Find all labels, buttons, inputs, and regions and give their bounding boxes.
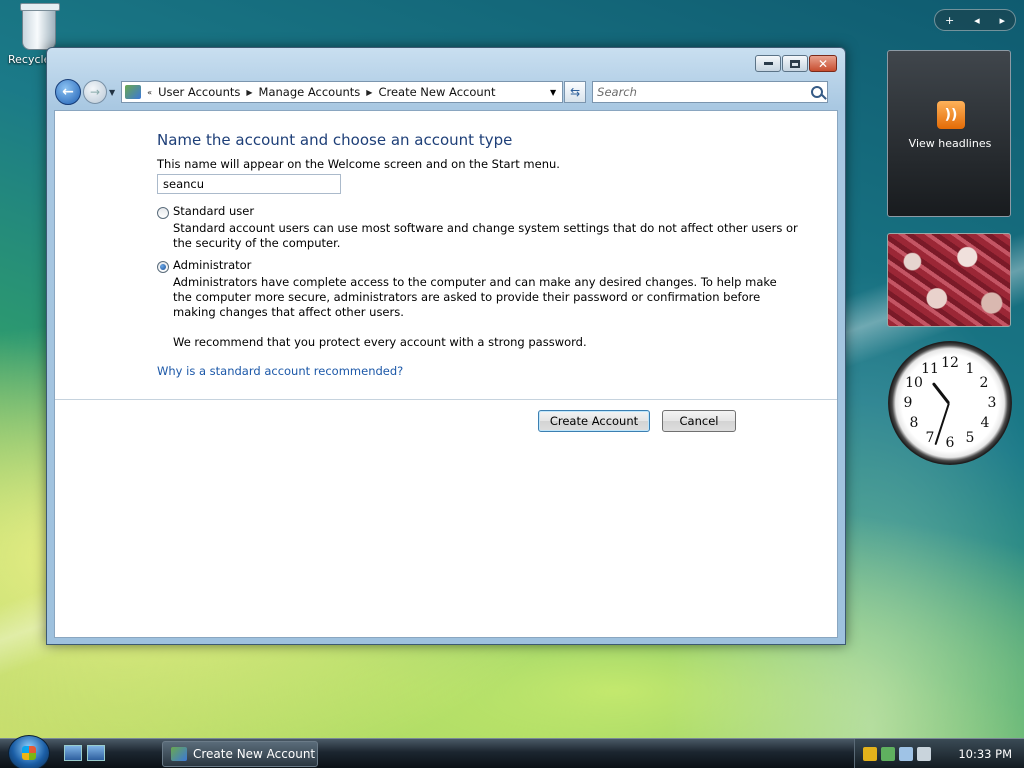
feed-headlines-gadget[interactable]: )) View headlines <box>887 50 1011 217</box>
maximize-button[interactable] <box>782 55 808 72</box>
password-recommendation: We recommend that you protect every acco… <box>173 335 587 349</box>
clock-hour-hand <box>931 382 951 405</box>
rss-icon: )) <box>937 101 965 129</box>
clock-number: 7 <box>925 430 935 446</box>
administrator-label[interactable]: Administrator <box>173 258 251 273</box>
minimize-button[interactable] <box>755 55 781 72</box>
close-icon: ✕ <box>817 56 829 71</box>
show-desktop-icon[interactable] <box>64 745 82 761</box>
refresh-icon: ⇆ <box>570 85 581 99</box>
close-button[interactable]: ✕ <box>809 55 837 72</box>
slideshow-gadget[interactable] <box>887 233 1011 327</box>
chevron-right-icon[interactable]: ▶ <box>366 88 372 97</box>
standard-user-description: Standard account users can use most soft… <box>173 221 798 235</box>
clock-gadget[interactable]: 12 1 2 3 4 5 6 7 8 9 10 11 <box>888 341 1012 465</box>
clock-number: 11 <box>921 361 939 377</box>
caption-buttons: ✕ <box>755 55 837 72</box>
address-dropdown-icon[interactable]: ▼ <box>550 88 556 97</box>
refresh-button[interactable]: ⇆ <box>564 81 587 103</box>
recent-pages-dropdown-icon[interactable]: ▼ <box>109 88 115 97</box>
clock-time[interactable]: 10:33 PM <box>958 747 1012 761</box>
name-hint-text: This name will appear on the Welcome scr… <box>157 157 560 171</box>
search-icon[interactable] <box>811 86 824 98</box>
cancel-button[interactable]: Cancel <box>662 410 736 432</box>
account-name-field[interactable] <box>157 174 341 194</box>
breadcrumb-manage-accounts[interactable]: Manage Accounts <box>259 85 361 99</box>
administrator-description: Administrators have complete access to t… <box>173 275 777 289</box>
next-gadget-icon[interactable]: ▸ <box>1000 14 1006 27</box>
user-accounts-icon <box>171 747 187 761</box>
clock-number: 12 <box>941 355 959 371</box>
navigation-bar: ← → ▼ « User Accounts ▶ Manage Accounts … <box>55 79 837 105</box>
network-icon[interactable] <box>899 747 913 761</box>
page-title: Name the account and choose an account t… <box>157 131 513 149</box>
content-pane: Name the account and choose an account t… <box>54 110 838 638</box>
sidebar-controls: + ◂ ▸ <box>934 9 1016 31</box>
control-panel-icon <box>125 85 142 99</box>
breadcrumb-create-new-account[interactable]: Create New Account <box>378 85 495 99</box>
maximize-icon <box>790 59 800 68</box>
add-gadget-icon[interactable]: + <box>945 14 954 27</box>
recycle-bin-label: Recycle Bin <box>8 53 48 66</box>
chevron-right-icon[interactable]: ▶ <box>246 88 252 97</box>
administrator-radio[interactable] <box>157 261 169 273</box>
administrator-description: the computer more secure, administrators… <box>173 290 761 304</box>
clock-number: 3 <box>987 395 997 411</box>
address-bar[interactable]: « User Accounts ▶ Manage Accounts ▶ Crea… <box>121 81 564 103</box>
clock-number: 10 <box>905 375 923 391</box>
security-shield-icon[interactable] <box>863 747 877 761</box>
clock-number: 6 <box>945 435 955 451</box>
clock-number: 4 <box>980 415 990 431</box>
start-button[interactable] <box>8 735 50 768</box>
administrator-description: making changes that affect other users. <box>173 305 404 319</box>
search-box[interactable]: Search <box>592 81 829 103</box>
why-standard-account-link[interactable]: Why is a standard account recommended? <box>157 364 403 378</box>
create-account-button[interactable]: Create Account <box>538 410 650 432</box>
clock-number: 1 <box>965 361 975 377</box>
previous-gadget-icon[interactable]: ◂ <box>974 14 980 27</box>
standard-user-radio[interactable] <box>157 207 169 219</box>
forward-button[interactable]: → <box>83 80 107 104</box>
clock-number: 2 <box>979 375 989 391</box>
clock-number: 8 <box>909 415 919 431</box>
taskbar: Create New Account 10:33 PM <box>0 735 1024 768</box>
clock-number: 5 <box>965 430 975 446</box>
create-account-window: ✕ ← → ▼ « User Accounts ▶ Manage Account… <box>46 47 846 645</box>
breadcrumb-user-accounts[interactable]: User Accounts <box>158 85 240 99</box>
search-input[interactable]: Search <box>597 85 811 99</box>
clock-number: 9 <box>903 395 913 411</box>
taskbar-button-label: Create New Account <box>193 747 316 761</box>
divider <box>55 399 837 400</box>
switch-windows-icon[interactable] <box>87 745 105 761</box>
volume-muted-icon[interactable] <box>917 747 931 761</box>
standard-user-label[interactable]: Standard user <box>173 204 254 219</box>
minimize-icon <box>763 62 773 65</box>
notification-area: 10:33 PM <box>854 739 1024 768</box>
feed-headlines-label: View headlines <box>908 137 992 150</box>
windows-defender-icon[interactable] <box>881 747 895 761</box>
taskbar-button-create-new-account[interactable]: Create New Account <box>162 741 318 767</box>
back-button[interactable]: ← <box>55 79 81 105</box>
standard-user-description: the security of the computer. <box>173 236 341 250</box>
recycle-bin-icon <box>20 3 60 50</box>
breadcrumb-overflow-icon[interactable]: « <box>147 88 152 97</box>
